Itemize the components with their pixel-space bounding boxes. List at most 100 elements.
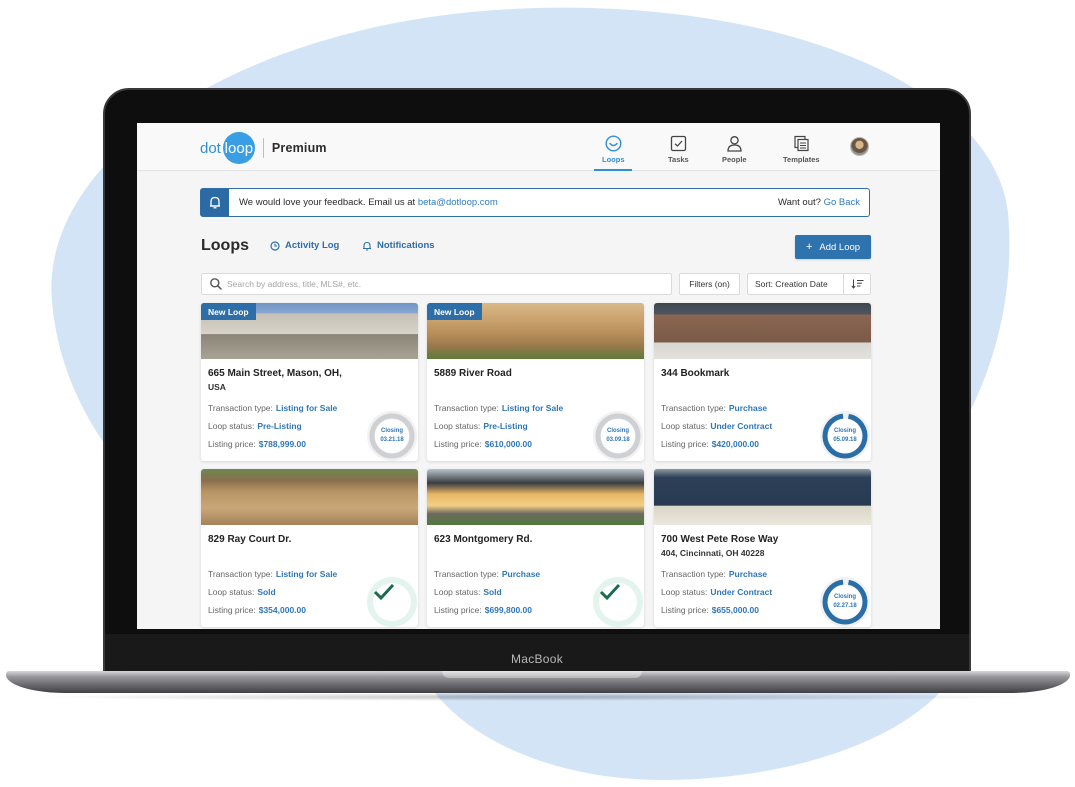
loop-status-label: Loop status: [208, 421, 255, 431]
add-loop-label: Add Loop [819, 241, 861, 253]
listing-price-row: Listing price: $420,000.00 [661, 439, 759, 449]
laptop-shadow [30, 693, 1045, 701]
listing-price-label: Listing price: [208, 605, 256, 615]
closing-date-indicator: Closing 03.21.18 [367, 411, 417, 461]
loop-smile-icon [605, 135, 622, 152]
search-input[interactable] [227, 279, 657, 289]
property-address: 623 Montgomery Rd. [434, 534, 533, 545]
loop-status-label: Loop status: [208, 587, 255, 597]
property-photo [654, 469, 871, 525]
closing-text: Closing 03.09.18 [606, 427, 629, 445]
nav-tasks[interactable]: Tasks [668, 135, 689, 164]
notifications-label: Notifications [377, 240, 435, 251]
loop-status-label: Loop status: [434, 421, 481, 431]
checkbox-icon [670, 135, 687, 152]
loop-card[interactable]: 700 West Pete Rose Way 404, Cincinnati, … [654, 469, 871, 627]
go-back-link[interactable]: Go Back [824, 197, 860, 208]
loop-status-value: Sold [483, 587, 502, 597]
listing-price-row: Listing price: $655,000.00 [661, 605, 759, 615]
closing-label: Closing [606, 428, 629, 434]
bell-icon [210, 196, 220, 209]
loop-card[interactable]: 623 Montgomery Rd. Transaction type: Purc… [427, 469, 644, 627]
banner-opt-out: Want out? Go Back [778, 197, 860, 208]
loop-card[interactable]: New Loop 5889 River Road Transaction typ… [427, 303, 644, 461]
listing-price-label: Listing price: [434, 439, 482, 449]
listing-price-value: $788,999.00 [258, 439, 306, 449]
property-address: 700 West Pete Rose Way [661, 534, 779, 545]
property-address: 344 Bookmark [661, 368, 730, 379]
dotloop-logo[interactable]: dot loop Premium [200, 132, 327, 164]
property-photo [201, 469, 418, 525]
templates-icon [794, 135, 809, 152]
logo-divider [262, 138, 264, 158]
sort-label: Sort: Creation Date [755, 279, 828, 289]
loop-status-row: Loop status: Pre-Listing [434, 421, 528, 431]
closing-date: 03.21.18 [380, 437, 404, 443]
property-photo [654, 303, 871, 359]
sort-direction-button[interactable] [843, 274, 870, 294]
transaction-type-value: Purchase [728, 403, 768, 413]
filters-button[interactable]: Filters (on) [679, 273, 740, 295]
listing-price-value: $420,000.00 [711, 439, 759, 449]
transaction-type-row: Transaction type: Purchase [434, 569, 540, 579]
transaction-type-label: Transaction type: [434, 569, 499, 579]
page-title: Loops [201, 237, 249, 254]
notifications-link[interactable]: Notifications [362, 240, 435, 251]
transaction-type-value: Purchase [728, 569, 768, 579]
banner-text: We would love your feedback. Email us at [239, 197, 418, 208]
listing-price-value: $699,800.00 [484, 605, 532, 615]
laptop-base [6, 671, 1070, 693]
sort-dropdown[interactable]: Sort: Creation Date [747, 273, 871, 295]
sold-indicator [367, 577, 417, 627]
top-bar: dot loop Premium Loops Tasks People Temp… [137, 123, 940, 171]
listing-price-row: Listing price: $354,000.00 [208, 605, 306, 615]
loop-status-label: Loop status: [434, 587, 481, 597]
want-out-text: Want out? [777, 197, 824, 208]
loop-status-value: Pre-Listing [257, 421, 302, 431]
closing-date-indicator: Closing 05.09.18 [820, 411, 870, 461]
feedback-email-link[interactable]: beta@dotloop.com [418, 197, 498, 208]
user-avatar[interactable] [850, 137, 869, 156]
loop-card[interactable]: 344 Bookmark Transaction type: Purchase L… [654, 303, 871, 461]
marketing-stage: MacBook dot loop Premium Loops Tasks Peo… [0, 0, 1075, 787]
checkmark-icon [373, 583, 395, 601]
property-address-line2: USA [208, 382, 226, 392]
listing-price-value: $354,000.00 [258, 605, 306, 615]
activity-log-link[interactable]: Activity Log [270, 240, 339, 251]
transaction-type-row: Transaction type: Purchase [661, 569, 767, 579]
transaction-type-value: Listing for Sale [275, 403, 338, 413]
clock-icon [270, 240, 280, 251]
loop-status-value: Under Contract [710, 421, 773, 431]
sold-indicator [593, 577, 643, 627]
checkmark-icon [599, 583, 621, 601]
nav-templates[interactable]: Templates [783, 135, 820, 164]
search-box [201, 273, 672, 295]
bell-icon [363, 241, 371, 251]
transaction-type-row: Transaction type: Listing for Sale [208, 403, 337, 413]
property-address: 5889 River Road [434, 368, 512, 379]
transaction-type-label: Transaction type: [208, 569, 273, 579]
listing-price-label: Listing price: [661, 439, 709, 449]
search-icon [210, 278, 222, 290]
loop-card[interactable]: 829 Ray Court Dr. Transaction type: Listi… [201, 469, 418, 627]
add-loop-button[interactable]: + Add Loop [795, 235, 871, 259]
logo-dot-text: dot [200, 139, 221, 157]
closing-label: Closing [380, 428, 403, 434]
closing-date: 03.09.18 [606, 437, 630, 443]
nav-people[interactable]: People [722, 135, 747, 164]
listing-price-value: $610,000.00 [484, 439, 532, 449]
transaction-type-value: Listing for Sale [275, 569, 338, 579]
nav-loops[interactable]: Loops [594, 135, 633, 171]
closing-label: Closing [833, 428, 856, 434]
nav-label: People [722, 155, 747, 164]
transaction-type-label: Transaction type: [661, 569, 726, 579]
listing-price-label: Listing price: [208, 439, 256, 449]
transaction-type-row: Transaction type: Listing for Sale [434, 403, 563, 413]
transaction-type-row: Transaction type: Purchase [661, 403, 767, 413]
closing-date: 02.27.18 [833, 603, 857, 609]
app-screen: dot loop Premium Loops Tasks People Temp… [137, 123, 940, 629]
loop-card[interactable]: New Loop 665 Main Street, Mason, OH, USA… [201, 303, 418, 461]
closing-text: Closing 02.27.18 [833, 593, 856, 611]
closing-date: 05.09.18 [833, 437, 857, 443]
property-address: 665 Main Street, Mason, OH, [208, 368, 342, 379]
